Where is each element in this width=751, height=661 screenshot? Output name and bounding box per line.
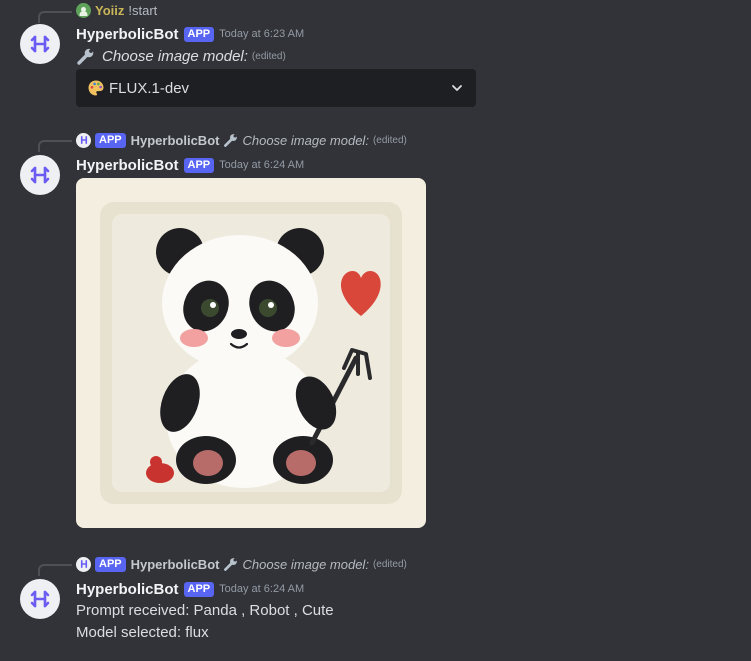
message-header: HyperbolicBot APP Today at 6:24 AM bbox=[76, 579, 304, 599]
hyperbolic-logo-icon bbox=[30, 166, 50, 184]
edited-label: (edited) bbox=[372, 558, 407, 570]
avatar[interactable] bbox=[20, 24, 60, 64]
reply-connector bbox=[38, 140, 72, 152]
select-value: FLUX.1-dev bbox=[109, 79, 190, 97]
timestamp[interactable]: Today at 6:24 AM bbox=[219, 583, 304, 595]
reply-author[interactable]: Yoiiz bbox=[95, 3, 124, 18]
model-select[interactable]: FLUX.1-dev bbox=[76, 69, 476, 107]
reply-preview[interactable]: APP HyperbolicBot Choose image model: (e… bbox=[76, 555, 407, 573]
edited-label: (edited) bbox=[251, 50, 286, 62]
avatar[interactable] bbox=[20, 579, 60, 619]
palette-icon bbox=[88, 80, 104, 96]
username[interactable]: HyperbolicBot bbox=[76, 26, 179, 43]
reply-connector bbox=[38, 564, 72, 576]
edited-label: (edited) bbox=[372, 134, 407, 146]
app-badge: APP bbox=[95, 132, 126, 148]
app-badge: APP bbox=[183, 26, 215, 42]
hyperbolic-logo-icon bbox=[30, 35, 50, 53]
message-line: Model selected: flux bbox=[76, 624, 209, 641]
message-header: HyperbolicBot APP Today at 6:24 AM bbox=[76, 155, 304, 175]
reply-text: Choose image model: bbox=[242, 556, 369, 572]
reply-connector bbox=[38, 11, 72, 23]
wrench-icon bbox=[224, 134, 238, 147]
wrench-icon bbox=[224, 558, 238, 571]
reply-text: Choose image model: bbox=[242, 132, 369, 148]
reply-avatar bbox=[76, 132, 91, 148]
timestamp[interactable]: Today at 6:23 AM bbox=[219, 28, 304, 40]
app-badge: APP bbox=[183, 581, 215, 597]
reply-avatar bbox=[76, 2, 91, 18]
message-header: HyperbolicBot APP Today at 6:23 AM bbox=[76, 24, 304, 44]
chevron-down-icon[interactable] bbox=[450, 81, 464, 95]
wrench-icon bbox=[77, 48, 94, 65]
avatar[interactable] bbox=[20, 155, 60, 195]
hyperbolic-logo-icon bbox=[30, 590, 50, 608]
message-text: Choose image model: bbox=[102, 47, 248, 65]
panda-illustration bbox=[76, 178, 426, 528]
reply-author[interactable]: HyperbolicBot bbox=[131, 133, 220, 148]
timestamp[interactable]: Today at 6:24 AM bbox=[219, 159, 304, 171]
username[interactable]: HyperbolicBot bbox=[76, 157, 179, 174]
username[interactable]: HyperbolicBot bbox=[76, 581, 179, 598]
app-badge: APP bbox=[183, 157, 215, 173]
reply-author[interactable]: HyperbolicBot bbox=[131, 557, 220, 572]
reply-preview[interactable]: Yoiiz !start bbox=[76, 1, 157, 19]
reply-avatar bbox=[76, 556, 91, 572]
message-content: Choose image model: (edited) bbox=[76, 45, 286, 67]
reply-text: !start bbox=[128, 2, 158, 18]
reply-preview[interactable]: APP HyperbolicBot Choose image model: (e… bbox=[76, 131, 407, 149]
generated-image[interactable] bbox=[76, 178, 426, 528]
message-line: Prompt received: Panda , Robot , Cute bbox=[76, 602, 334, 619]
app-badge: APP bbox=[95, 556, 126, 572]
